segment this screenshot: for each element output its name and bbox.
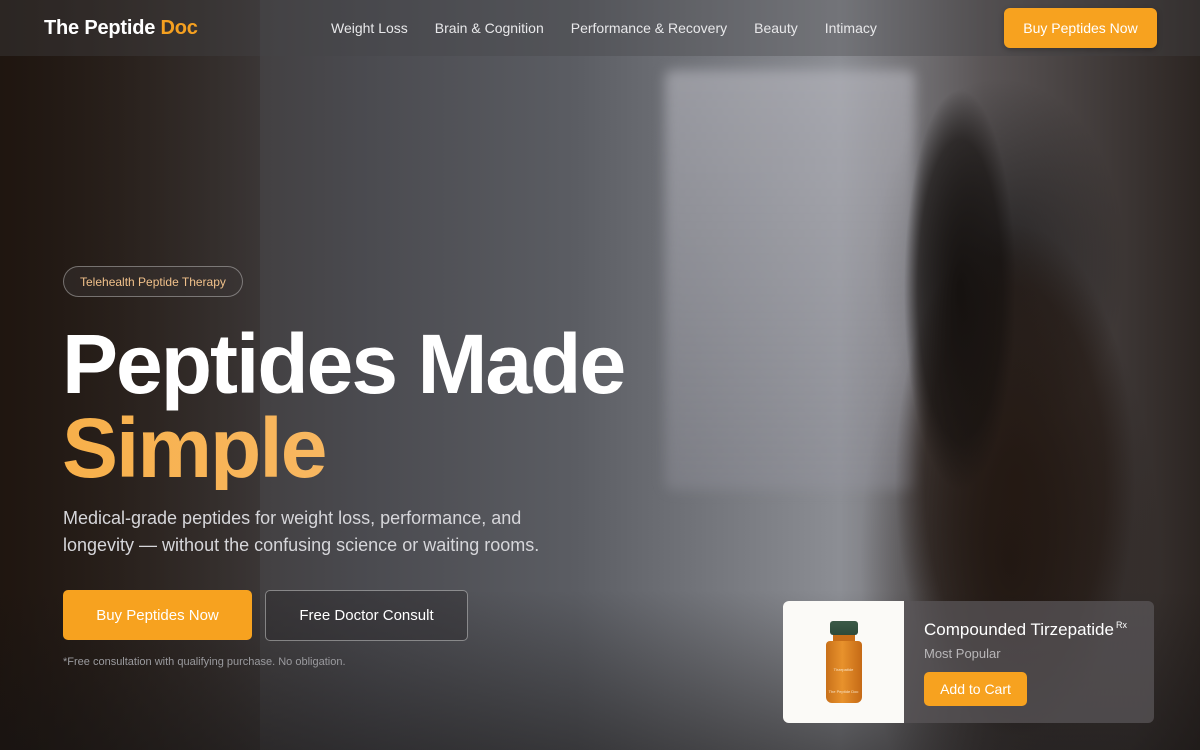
add-to-cart-button[interactable]: Add to Cart (924, 672, 1027, 706)
main-nav: Weight Loss Brain & Cognition Performanc… (331, 20, 877, 36)
product-image[interactable]: Tirzepatide The Peptide Doc (783, 601, 904, 723)
headline-line-2: Simple (62, 406, 624, 490)
headline-line-1: Peptides Made (62, 317, 626, 411)
nav-link-intimacy[interactable]: Intimacy (825, 20, 877, 36)
hero-headline: Peptides Made Simple (62, 317, 626, 490)
vial-label: Tirzepatide (833, 667, 854, 672)
nav-link-weight-loss[interactable]: Weight Loss (331, 20, 408, 36)
background-hair (850, 60, 1020, 580)
product-name[interactable]: Compounded Tirzepatide Rx (924, 620, 1154, 640)
product-name-text: Compounded Tirzepatide (924, 620, 1114, 639)
hero-subheadline: Medical-grade peptides for weight loss, … (63, 508, 540, 555)
vial-brand: The Peptide Doc (828, 689, 859, 694)
nav-link-brain-cognition[interactable]: Brain & Cognition (435, 20, 544, 36)
consult-disclaimer: *Free consultation with qualifying purch… (63, 656, 346, 668)
product-tag: Most Popular (924, 646, 1001, 661)
rx-superscript: Rx (1115, 620, 1127, 630)
vial-icon: Tirzepatide The Peptide Doc (824, 621, 864, 703)
logo-accent-text: Doc (160, 17, 198, 39)
featured-product-card: Tirzepatide The Peptide Doc Compounded T… (783, 601, 1154, 723)
hero-badge: Telehealth Peptide Therapy (63, 266, 243, 297)
nav-link-performance-recovery[interactable]: Performance & Recovery (571, 20, 727, 36)
free-consult-button[interactable]: Free Doctor Consult (265, 590, 468, 641)
nav-link-beauty[interactable]: Beauty (754, 20, 798, 36)
navbar: The Peptide Doc Weight Loss Brain & Cogn… (0, 0, 1200, 56)
site-logo[interactable]: The Peptide Doc (44, 17, 198, 40)
product-info: Compounded Tirzepatide Rx Most Popular Ad… (904, 601, 1154, 723)
logo-text: The Peptide (44, 17, 156, 39)
nav-buy-button[interactable]: Buy Peptides Now (1004, 8, 1157, 48)
buy-peptides-button[interactable]: Buy Peptides Now (63, 590, 252, 640)
